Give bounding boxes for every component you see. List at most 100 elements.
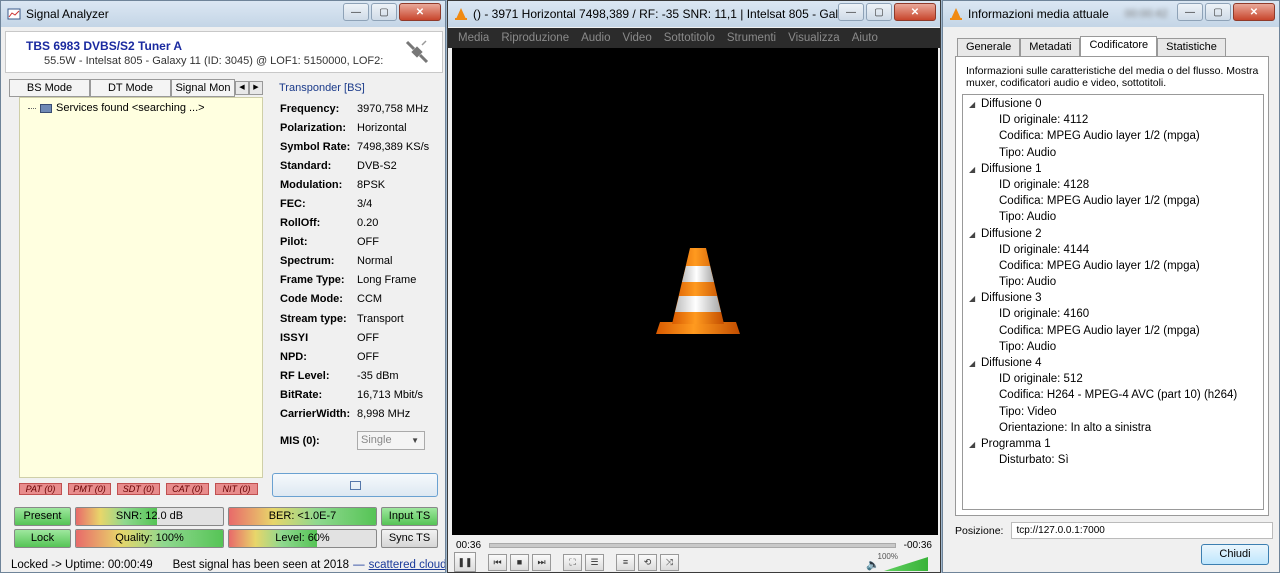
window-title: Signal Analyzer bbox=[26, 7, 109, 21]
minimize-button[interactable]: — bbox=[838, 3, 864, 21]
extended-settings-icon[interactable]: ☰ bbox=[585, 554, 604, 571]
volume-control[interactable]: 🔈 100% bbox=[866, 552, 928, 571]
codec-panel: Informazioni sulle caratteristiche del m… bbox=[955, 56, 1269, 516]
expand-arrow-icon[interactable]: ◢ bbox=[969, 356, 981, 372]
shuffle-icon[interactable]: ⤨ bbox=[660, 554, 679, 571]
param-value: 7498,389 KS/s bbox=[357, 140, 430, 153]
minimize-button[interactable]: — bbox=[343, 3, 369, 21]
tree-node[interactable]: ◢ Diffusione 4 bbox=[963, 355, 1263, 371]
tree-node[interactable]: ◢ Diffusione 0 bbox=[963, 96, 1263, 112]
expand-arrow-icon[interactable]: ◢ bbox=[969, 97, 981, 113]
param-value: Transport bbox=[357, 312, 404, 325]
best-signal-status: Best signal has been seen at 2018 bbox=[172, 559, 350, 571]
close-button[interactable]: ✕ bbox=[1233, 3, 1275, 21]
menu-item[interactable]: Aiuto bbox=[852, 32, 878, 44]
minimize-button[interactable]: — bbox=[1177, 3, 1203, 21]
transponder-title: Transponder [BS] bbox=[279, 82, 365, 94]
services-tree[interactable]: Services found <searching ...> bbox=[19, 97, 263, 478]
chevron-down-icon: ▼ bbox=[411, 436, 419, 445]
tree-leaf: ID originale: 4160 bbox=[999, 308, 1090, 321]
position-field[interactable]: tcp://127.0.0.1:7000 bbox=[1011, 522, 1274, 539]
fullscreen-icon[interactable]: ⛶ bbox=[563, 554, 582, 571]
expand-arrow-icon[interactable]: ◢ bbox=[969, 227, 981, 243]
app-icon bbox=[7, 8, 21, 20]
tab-generale[interactable]: Generale bbox=[957, 38, 1021, 56]
info-tabs: Generale Metadati Codificatore Statistiche bbox=[957, 36, 1226, 56]
codec-tree[interactable]: ◢ Diffusione 0 ID originale: 4112 Codifica:… bbox=[962, 94, 1264, 510]
tree-leaf: Orientazione: In alto a sinistra bbox=[999, 421, 1152, 434]
satellite-icon[interactable] bbox=[404, 39, 430, 65]
tree-node[interactable]: ◢ Diffusione 3 bbox=[963, 290, 1263, 306]
title-bar[interactable]: Informazioni media attuale 00:00:42 — ▢ … bbox=[943, 1, 1279, 27]
tab-bs-mode[interactable]: BS Mode bbox=[9, 79, 90, 97]
menu-item[interactable]: Video bbox=[623, 32, 652, 44]
tree-node-label: Diffusione 4 bbox=[981, 357, 1042, 369]
tree-node[interactable]: ◢ Diffusione 2 bbox=[963, 226, 1263, 242]
present-indicator: Present bbox=[14, 507, 71, 526]
menu-item[interactable]: Strumenti bbox=[727, 32, 776, 44]
window-toggle-button[interactable] bbox=[272, 473, 438, 497]
window-icon bbox=[350, 481, 361, 490]
mis-label: MIS (0): bbox=[280, 435, 320, 447]
loop-icon[interactable]: ⟲ bbox=[638, 554, 657, 571]
tab-statistiche[interactable]: Statistiche bbox=[1157, 38, 1226, 56]
folder-icon bbox=[40, 103, 52, 113]
tab-signal-monitor[interactable]: Signal Mon bbox=[171, 79, 235, 97]
status-bar: Locked -> Uptime: 00:00:49 Best signal h… bbox=[1, 556, 445, 572]
tab-dt-mode[interactable]: DT Mode bbox=[90, 79, 171, 97]
satellite-info: 55.5W - Intelsat 805 - Galaxy 11 (ID: 30… bbox=[44, 55, 384, 67]
stop-icon[interactable]: ■ bbox=[510, 554, 529, 571]
tree-leaf: Codifica: MPEG Audio layer 1/2 (mpga) bbox=[999, 259, 1200, 272]
services-label: Services found <searching ...> bbox=[56, 102, 205, 114]
param-value: 8PSK bbox=[357, 178, 386, 191]
tree-node[interactable]: ◢ Diffusione 1 bbox=[963, 161, 1263, 177]
tree-node[interactable]: ◢ Programma 1 bbox=[963, 436, 1263, 452]
menu-item[interactable]: Audio bbox=[581, 32, 610, 44]
close-button[interactable]: ✕ bbox=[399, 3, 441, 21]
table-indicator: SDT (0) bbox=[117, 483, 160, 495]
tree-leaf: Codifica: MPEG Audio layer 1/2 (mpga) bbox=[999, 324, 1200, 337]
param-value: 3/4 bbox=[357, 198, 373, 211]
codec-description: Informazioni sulle caratteristiche del m… bbox=[966, 65, 1259, 89]
expand-arrow-icon[interactable]: ◢ bbox=[969, 291, 981, 307]
param-label: RollOff: bbox=[280, 217, 321, 230]
param-row: RF Level: -35 dBm bbox=[280, 366, 429, 385]
pause-icon[interactable]: ❚❚ bbox=[454, 552, 476, 572]
seek-bar[interactable] bbox=[489, 542, 896, 548]
maximize-button[interactable]: ▢ bbox=[866, 3, 892, 21]
video-area[interactable] bbox=[452, 48, 938, 535]
mode-tabs: BS Mode DT Mode Signal Mon ◀ ▶ bbox=[9, 79, 263, 97]
close-dialog-button[interactable]: Chiudi bbox=[1201, 544, 1269, 565]
tree-leaf: Codifica: MPEG Audio layer 1/2 (mpga) bbox=[999, 195, 1200, 208]
expand-arrow-icon[interactable]: ◢ bbox=[969, 437, 981, 453]
title-bar[interactable]: () - 3971 Horizontal 7498,389 / RF: -35 … bbox=[448, 1, 940, 27]
expand-arrow-icon[interactable]: ◢ bbox=[969, 162, 981, 178]
tab-metadati[interactable]: Metadati bbox=[1020, 38, 1081, 56]
services-node[interactable]: Services found <searching ...> bbox=[28, 102, 205, 114]
tab-scroll-left-icon[interactable]: ◀ bbox=[235, 81, 249, 95]
param-row: NPD: OFF bbox=[280, 347, 429, 366]
param-value: 16,713 Mbit/s bbox=[357, 388, 424, 401]
title-bar[interactable]: Signal Analyzer — ▢ ✕ bbox=[1, 1, 445, 27]
tab-codificatore[interactable]: Codificatore bbox=[1080, 36, 1158, 56]
previous-icon[interactable]: ⏮ bbox=[488, 554, 507, 571]
vlc-icon bbox=[455, 8, 467, 20]
param-row: CarrierWidth: 8,998 MHz bbox=[280, 405, 429, 424]
playlist-icon[interactable]: ≡ bbox=[616, 554, 635, 571]
tab-scroll-right-icon[interactable]: ▶ bbox=[249, 81, 263, 95]
weather-link[interactable]: scattered clouds bbox=[369, 559, 445, 571]
tree-leaf: ID originale: 4112 bbox=[999, 114, 1089, 127]
param-row: Code Mode: CCM bbox=[280, 290, 429, 309]
mis-select[interactable]: Single ▼ bbox=[357, 431, 425, 450]
param-row: BitRate: 16,713 Mbit/s bbox=[280, 385, 429, 404]
remaining-time[interactable]: -00:36 bbox=[904, 540, 932, 551]
close-button[interactable]: ✕ bbox=[894, 3, 936, 21]
menu-item[interactable]: Media bbox=[458, 32, 489, 44]
tree-leaf: Disturbato: Sì bbox=[999, 454, 1069, 467]
menu-item[interactable]: Visualizza bbox=[788, 32, 840, 44]
next-icon[interactable]: ⏭ bbox=[532, 554, 551, 571]
maximize-button[interactable]: ▢ bbox=[1205, 3, 1231, 21]
maximize-button[interactable]: ▢ bbox=[371, 3, 397, 21]
menu-item[interactable]: Sottotitolo bbox=[664, 32, 715, 44]
menu-item[interactable]: Riproduzione bbox=[501, 32, 569, 44]
